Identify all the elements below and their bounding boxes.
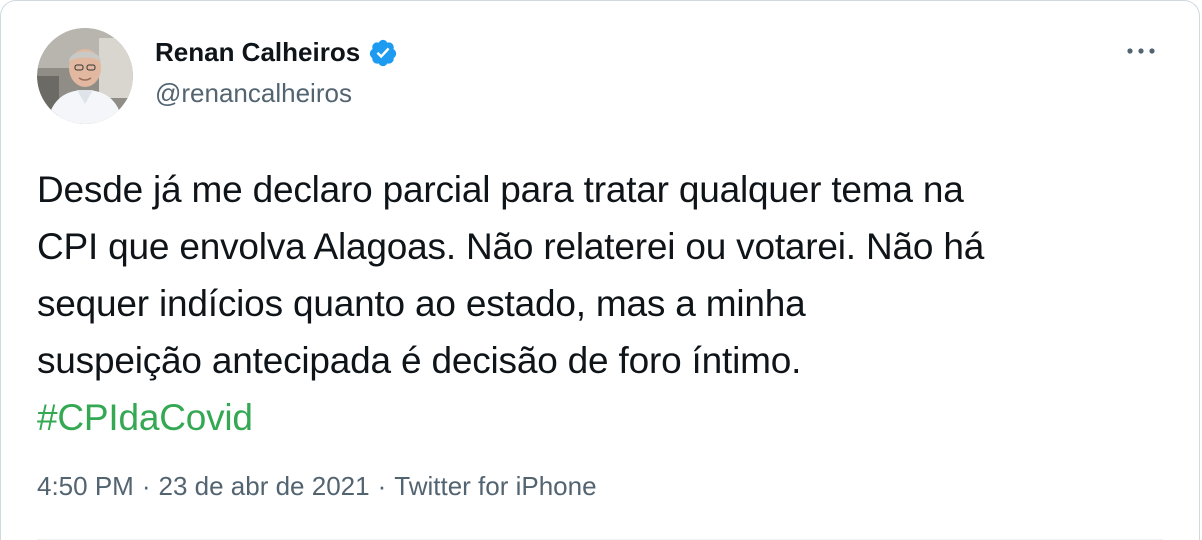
tweet-text-line: suspeição antecipada é decisão de foro í… (37, 340, 802, 381)
author-handle[interactable]: @renancalheiros (155, 78, 352, 109)
avatar[interactable] (37, 28, 133, 124)
author-row: Renan Calheiros (155, 37, 398, 68)
tweet-text-line: Desde já me declaro parcial para tratar … (37, 169, 964, 210)
tweet-time[interactable]: 4:50 PM (37, 471, 134, 502)
tweet-text: Desde já me declaro parcial para tratar … (37, 161, 1167, 446)
profile-photo (37, 28, 133, 124)
more-options-button[interactable] (1121, 31, 1161, 71)
hashtag-link[interactable]: #CPIdaCovid (37, 389, 1167, 446)
tweet-text-line: sequer indícios quanto ao estado, mas a … (37, 283, 806, 324)
tweet-source[interactable]: Twitter for iPhone (394, 471, 596, 502)
tweet-card: Renan Calheiros @renancalheiros Desde já… (0, 0, 1200, 540)
meta-separator: · (141, 471, 151, 501)
meta-separator: · (377, 471, 387, 501)
verified-badge-icon (368, 38, 398, 68)
tweet-date[interactable]: 23 de abr de 2021 (159, 471, 370, 502)
tweet-text-line: CPI que envolva Alagoas. Não relaterei o… (37, 226, 985, 267)
author-name[interactable]: Renan Calheiros (155, 37, 360, 68)
tweet-meta: 4:50 PM · 23 de abr de 2021 · Twitter fo… (37, 471, 597, 502)
more-horizontal-icon (1127, 48, 1155, 54)
